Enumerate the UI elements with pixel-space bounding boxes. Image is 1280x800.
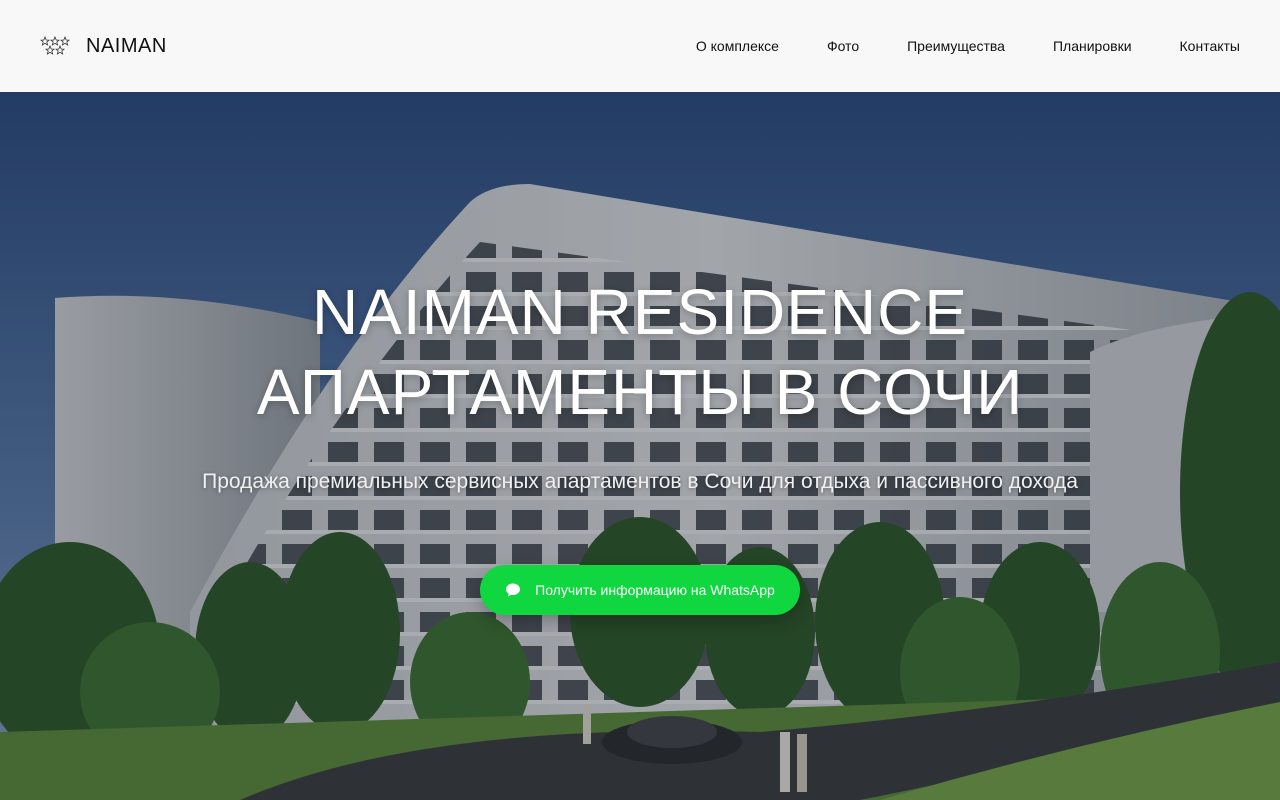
hero-title-line-2: АПАРТАМЕНТЫ В СОЧИ — [256, 356, 1024, 428]
nav-item-advantages[interactable]: Преимущества — [907, 38, 1005, 54]
hero-section: NAIMAN RESIDENCE АПАРТАМЕНТЫ В СОЧИ Прод… — [0, 92, 1280, 800]
site-header: NAIMAN О комплексе Фото Преимущества Пла… — [0, 0, 1280, 92]
nav-item-about[interactable]: О комплексе — [696, 38, 779, 54]
whatsapp-cta-label: Получить информацию на WhatsApp — [535, 582, 775, 598]
hero-subtitle: Продажа премиальных сервисных апартамент… — [202, 470, 1078, 493]
main-nav: О комплексе Фото Преимущества Планировки… — [696, 38, 1240, 54]
nav-item-contacts[interactable]: Контакты — [1180, 38, 1240, 54]
nav-item-layouts[interactable]: Планировки — [1053, 38, 1132, 54]
stars-logo-icon — [40, 36, 70, 55]
nav-item-photo[interactable]: Фото — [827, 38, 859, 54]
chat-bubble-icon — [506, 583, 521, 597]
whatsapp-cta-button[interactable]: Получить информацию на WhatsApp — [480, 565, 800, 615]
brand-name: NAIMAN — [86, 34, 167, 57]
brand-logo[interactable]: NAIMAN — [40, 35, 167, 58]
hero-title: NAIMAN RESIDENCE АПАРТАМЕНТЫ В СОЧИ — [0, 272, 1280, 432]
hero-title-line-1: NAIMAN RESIDENCE — [311, 276, 969, 348]
hero-content: NAIMAN RESIDENCE АПАРТАМЕНТЫ В СОЧИ Прод… — [0, 92, 1280, 800]
